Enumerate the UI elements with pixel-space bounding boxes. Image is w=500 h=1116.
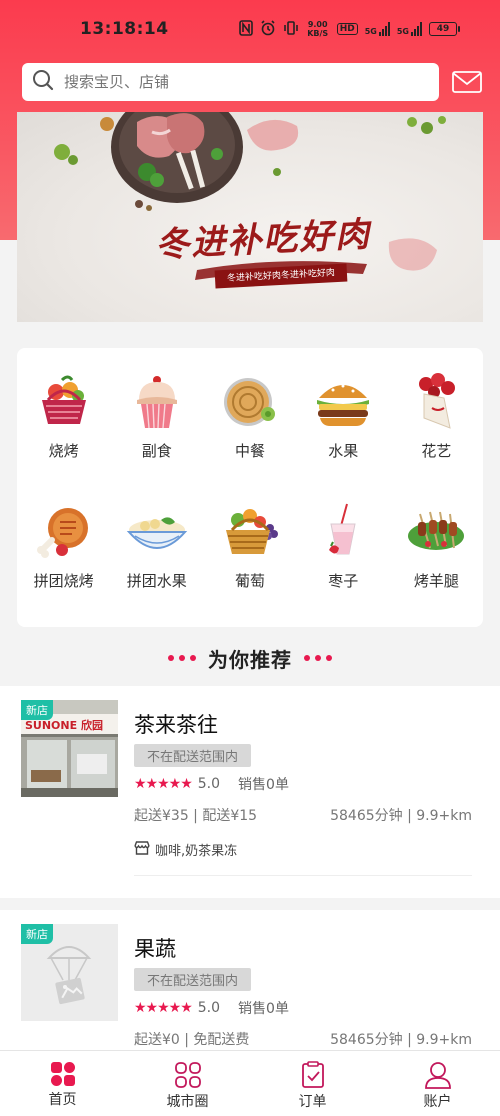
- store-thumbnail: 新店: [21, 924, 118, 1021]
- cupcake-icon: [136, 376, 177, 429]
- delivery-distance: 58465分钟 | 9.9+km: [330, 1032, 472, 1048]
- battery-level: 49: [429, 22, 457, 36]
- pancake-icon: [223, 378, 275, 426]
- delivery-distance: 58465分钟 | 9.9+km: [330, 808, 472, 824]
- net-speed: 9.00 KB/S: [307, 20, 329, 38]
- noodle-bowl-icon: [126, 517, 187, 549]
- category-item[interactable]: 花艺: [390, 370, 483, 500]
- tab-label: 账户: [423, 1094, 452, 1110]
- recommend-header: 为你推荐: [0, 640, 500, 676]
- category-item[interactable]: 副食: [110, 370, 203, 500]
- store-thumbnail: 新店 SUNONE 欣园: [21, 700, 118, 797]
- category-card: 烧烤 副食 中餐 水果 花艺 拼团烧烤 拼团水果 葡萄 枣子 烤羊腿: [17, 348, 483, 627]
- delivery-range-tag: 不在配送范围内: [134, 744, 252, 767]
- smoothie-icon: [329, 503, 356, 555]
- category-item[interactable]: 拼团水果: [110, 500, 203, 630]
- category-item[interactable]: 拼团烧烤: [17, 500, 110, 630]
- search-box[interactable]: [22, 63, 439, 101]
- network-type-1: 5G: [364, 27, 377, 36]
- decor-dots: [304, 655, 332, 661]
- tab-account[interactable]: 账户: [375, 1051, 500, 1116]
- grape-basket-icon: [225, 509, 278, 554]
- recommend-title: 为你推荐: [208, 647, 292, 672]
- sales-count: 销售0单: [238, 777, 289, 793]
- category-label: 花艺: [421, 442, 452, 460]
- store-name: 茶来茶往: [134, 713, 218, 737]
- store-name: 果蔬: [134, 937, 176, 961]
- category-label: 拼团烧烤: [33, 572, 94, 590]
- skewers-icon: [408, 511, 465, 550]
- tab-label: 订单: [298, 1094, 327, 1110]
- tab-city-circle[interactable]: 城市圈: [125, 1051, 250, 1116]
- category-label: 水果: [328, 442, 359, 460]
- nfc-icon: [238, 19, 253, 39]
- tab-label: 首页: [48, 1092, 77, 1108]
- delivery-fee: 起送¥0 | 免配送费: [134, 1032, 250, 1048]
- store-category: 咖啡,奶茶果冻: [155, 844, 238, 859]
- category-label: 烧烤: [48, 442, 79, 460]
- city-circle-icon: [174, 1062, 201, 1088]
- message-icon[interactable]: [452, 71, 482, 93]
- new-store-badge: 新店: [21, 700, 53, 720]
- new-store-badge: 新店: [21, 924, 53, 944]
- store-category-row: 咖啡,奶茶果冻: [134, 840, 237, 859]
- network-type-2: 5G: [396, 27, 409, 36]
- search-row: [22, 63, 482, 101]
- search-input[interactable]: [64, 73, 394, 91]
- battery-icon: 49: [429, 22, 460, 36]
- drumstick-icon: [36, 508, 88, 558]
- rating-value: 5.0: [197, 1000, 221, 1016]
- status-time: 13:18:14: [80, 19, 169, 39]
- category-label: 拼团水果: [126, 572, 187, 590]
- vibrate-icon: [283, 20, 299, 39]
- rating-value: 5.0: [197, 776, 221, 792]
- divider: [134, 875, 472, 876]
- category-label: 枣子: [328, 572, 359, 590]
- account-person-icon: [424, 1062, 451, 1089]
- flower-bouquet-icon: [419, 373, 456, 429]
- signal-1: 5G: [365, 22, 390, 36]
- delivery-fee: 起送¥35 | 配送¥15: [134, 808, 258, 824]
- rating-row: ★★★★★ 5.0 销售0单: [134, 774, 289, 794]
- promo-banner[interactable]: 冬进补吃好肉 冬进补吃好肉冬进补吃好肉: [17, 112, 483, 322]
- alarm-icon: [260, 19, 276, 39]
- sales-count: 销售0单: [238, 1001, 289, 1017]
- status-bar: 13:18:14 9.00 KB/S HD 5G 5G 49: [0, 0, 500, 58]
- category-item[interactable]: 烤羊腿: [390, 500, 483, 630]
- decor-dots: [168, 655, 196, 661]
- order-clipboard-icon: [301, 1061, 324, 1088]
- store-card[interactable]: 新店 果蔬 不在配送范围内 ★★★★★ 5.0 销售0单 起送¥0 | 免配送费…: [0, 910, 500, 1050]
- rating-stars-icon: ★★★★★: [134, 1000, 193, 1016]
- tab-home[interactable]: 首页: [0, 1051, 125, 1116]
- category-label: 葡萄: [234, 572, 265, 590]
- category-grid: 烧烤 副食 中餐 水果 花艺 拼团烧烤 拼团水果 葡萄 枣子 烤羊腿: [17, 348, 483, 627]
- burger-icon: [317, 384, 370, 426]
- rating-stars-icon: ★★★★★: [134, 776, 193, 792]
- store-card[interactable]: 新店 SUNONE 欣园 茶来茶往 不在配送范围内 ★★★★★ 5.0 销售0单…: [0, 686, 500, 898]
- fee-row: 起送¥0 | 免配送费 58465分钟 | 9.9+km: [134, 1029, 472, 1049]
- category-label: 副食: [141, 442, 172, 460]
- category-label: 中餐: [234, 442, 265, 460]
- delivery-range-tag: 不在配送范围内: [134, 968, 252, 991]
- category-label: 烤羊腿: [413, 572, 459, 590]
- signal-bars-icon: [378, 22, 390, 36]
- fruit-basket-icon: [41, 375, 86, 424]
- rating-row: ★★★★★ 5.0 销售0单: [134, 998, 289, 1018]
- signal-bars-icon: [411, 22, 422, 36]
- store-icon: [134, 840, 150, 859]
- tab-orders[interactable]: 订单: [250, 1051, 375, 1116]
- category-item[interactable]: 枣子: [297, 500, 390, 630]
- category-item[interactable]: 烧烤: [17, 370, 110, 500]
- category-item[interactable]: 葡萄: [203, 500, 296, 630]
- fee-row: 起送¥35 | 配送¥15 58465分钟 | 9.9+km: [134, 805, 472, 825]
- hd-badge: HD: [336, 23, 358, 35]
- category-item[interactable]: 中餐: [203, 370, 296, 500]
- bottom-tab-bar: 首页 城市圈 订单 账户: [0, 1050, 500, 1116]
- status-icons: 9.00 KB/S HD 5G 5G 49: [238, 19, 460, 39]
- category-item[interactable]: 水果: [297, 370, 390, 500]
- search-icon: [32, 69, 54, 95]
- home-grid-icon: [50, 1062, 75, 1086]
- signal-2: 5G: [397, 22, 422, 36]
- tab-label: 城市圈: [166, 1094, 209, 1110]
